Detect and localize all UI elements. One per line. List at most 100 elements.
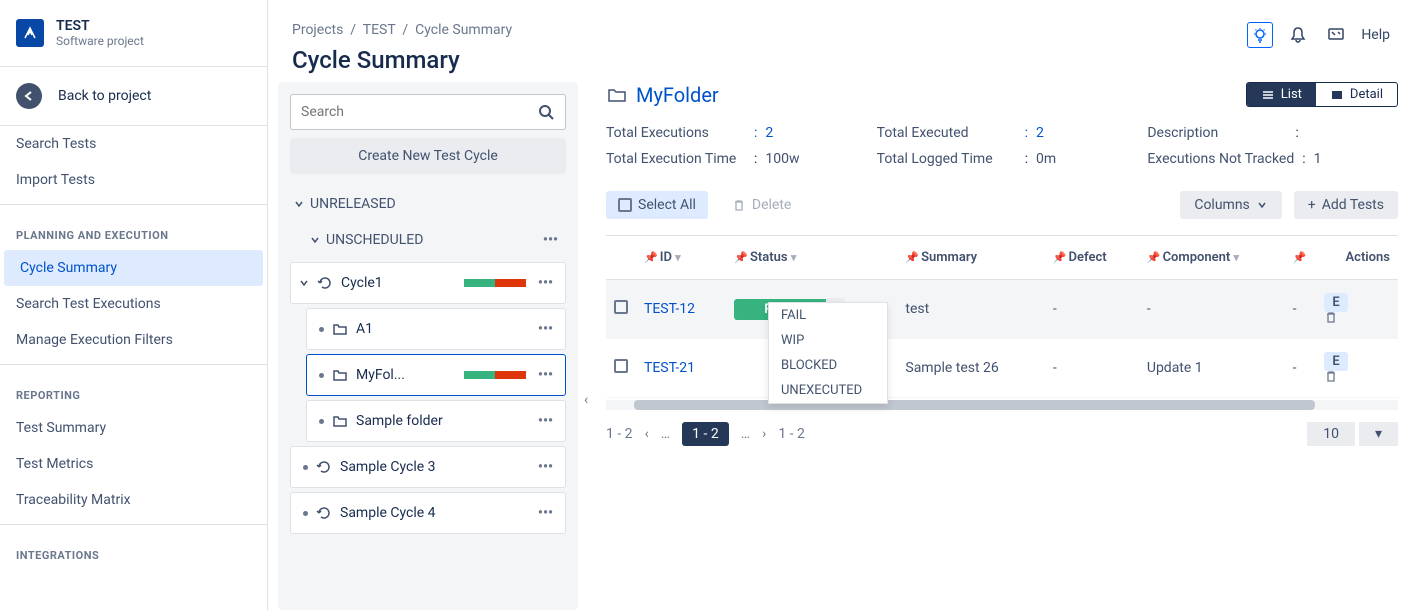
- detail-icon: [1330, 88, 1344, 102]
- more-icon[interactable]: •••: [534, 275, 557, 291]
- horizontal-scrollbar[interactable]: [606, 400, 1398, 410]
- sidebar: TEST Software project Back to project Se…: [0, 0, 268, 610]
- status-option[interactable]: BLOCKED: [769, 353, 887, 378]
- pager-next[interactable]: ›: [762, 426, 766, 442]
- create-cycle-button[interactable]: Create New Test Cycle: [290, 138, 566, 174]
- select-all-button[interactable]: Select All: [606, 191, 708, 219]
- bullet-icon: [319, 419, 324, 424]
- th-component[interactable]: 📌Component ▾: [1139, 236, 1285, 280]
- nav-cycle-summary[interactable]: Cycle Summary: [4, 250, 263, 286]
- detail-panel: ‹ MyFolder List Detail: [578, 82, 1414, 610]
- delete-row-icon[interactable]: [1324, 369, 1338, 383]
- breadcrumb: Projects / TEST / Cycle Summary: [292, 22, 512, 38]
- more-icon[interactable]: •••: [534, 413, 557, 429]
- th-status[interactable]: 📌Status ▾: [726, 236, 897, 280]
- help-link[interactable]: Help: [1361, 27, 1390, 43]
- trash-icon: [732, 198, 746, 212]
- bullet-icon: [303, 465, 308, 470]
- page-size-value: 10: [1307, 422, 1355, 446]
- project-icon: [16, 19, 44, 47]
- nav-test-metrics[interactable]: Test Metrics: [0, 446, 267, 482]
- more-icon[interactable]: •••: [534, 367, 557, 383]
- view-toggle: List Detail: [1246, 82, 1398, 107]
- more-icon[interactable]: •••: [539, 232, 562, 248]
- cell-component: -: [1139, 280, 1285, 339]
- search-input[interactable]: [301, 104, 537, 120]
- bell-icon[interactable]: [1285, 22, 1311, 48]
- cell-defect: -: [1045, 339, 1139, 398]
- tree-myfolder[interactable]: MyFol... •••: [306, 354, 566, 396]
- project-header: TEST Software project: [0, 18, 267, 66]
- more-icon[interactable]: •••: [534, 459, 557, 475]
- section-planning: PLANNING AND EXECUTION: [0, 211, 267, 250]
- columns-button[interactable]: Columns: [1180, 191, 1281, 219]
- pager: 1 - 2 ‹ … 1 - 2 … › 1 - 2 10 ▾: [606, 422, 1398, 446]
- bullet-icon: [319, 327, 324, 332]
- add-tests-button[interactable]: + Add Tests: [1294, 191, 1398, 219]
- th-id[interactable]: 📌ID ▾: [636, 236, 726, 280]
- tree-a1[interactable]: A1 •••: [306, 308, 566, 350]
- nav-traceability[interactable]: Traceability Matrix: [0, 482, 267, 518]
- nav-test-summary[interactable]: Test Summary: [0, 410, 267, 446]
- tree-unreleased[interactable]: UNRELEASED: [290, 186, 566, 222]
- cycle-tree-panel: Create New Test Cycle UNRELEASED UNSCHED…: [278, 82, 578, 610]
- tree-sample-cycle-4[interactable]: Sample Cycle 4 •••: [290, 492, 566, 534]
- checkbox-icon: [618, 198, 632, 212]
- test-id-link[interactable]: TEST-12: [644, 301, 695, 317]
- more-icon[interactable]: •••: [534, 321, 557, 337]
- back-label: Back to project: [58, 88, 151, 104]
- th-defect[interactable]: 📌Defect: [1045, 236, 1139, 280]
- tree-search[interactable]: [290, 94, 566, 130]
- stats-grid: Total Executions:2 Total Executed:2 Desc…: [606, 125, 1398, 167]
- status-option[interactable]: UNEXECUTED: [769, 378, 887, 403]
- feedback-icon[interactable]: [1323, 22, 1349, 48]
- pager-current: 1 - 2: [682, 422, 729, 446]
- list-icon: [1261, 88, 1275, 102]
- pager-prev[interactable]: ‹: [645, 426, 649, 442]
- nav-manage-filters[interactable]: Manage Execution Filters: [0, 322, 267, 358]
- cell-component: Update 1: [1139, 339, 1285, 398]
- test-id-link[interactable]: TEST-21: [644, 360, 695, 376]
- tree-unscheduled[interactable]: UNSCHEDULED •••: [306, 222, 566, 258]
- folder-title: MyFolder: [606, 83, 719, 107]
- back-icon: [16, 83, 42, 109]
- status-option[interactable]: FAIL: [769, 303, 887, 328]
- page-size-dropdown[interactable]: ▾: [1359, 422, 1398, 446]
- table-row: TEST-12 PASS▾ test - - - E: [606, 280, 1398, 339]
- execute-button[interactable]: E: [1324, 293, 1347, 312]
- cell-summary: test: [897, 280, 1044, 339]
- th-summary[interactable]: 📌Summary: [897, 236, 1044, 280]
- tree-sample-folder[interactable]: Sample folder •••: [306, 400, 566, 442]
- section-integrations: INTEGRATIONS: [0, 531, 267, 570]
- progress-bar: [464, 279, 526, 287]
- back-to-project[interactable]: Back to project: [0, 66, 267, 126]
- collapse-icon[interactable]: ‹: [584, 392, 588, 408]
- more-icon[interactable]: •••: [534, 505, 557, 521]
- main: Projects / TEST / Cycle Summary Cycle Su…: [268, 0, 1414, 610]
- delete-button[interactable]: Delete: [720, 191, 803, 219]
- tree-cycle1[interactable]: Cycle1 •••: [290, 262, 566, 304]
- view-list-button[interactable]: List: [1247, 83, 1316, 106]
- cell-summary: Sample test 26: [897, 339, 1044, 398]
- row-checkbox[interactable]: [614, 359, 628, 373]
- execute-button[interactable]: E: [1324, 352, 1347, 371]
- nav-search-executions[interactable]: Search Test Executions: [0, 286, 267, 322]
- tree-sample-cycle-3[interactable]: Sample Cycle 3 •••: [290, 446, 566, 488]
- status-option[interactable]: WIP: [769, 328, 887, 353]
- table-row: TEST-21 Sample test 26 - Update 1 - E: [606, 339, 1398, 398]
- row-checkbox[interactable]: [614, 300, 628, 314]
- nav-import-tests[interactable]: Import Tests: [0, 162, 267, 198]
- project-type: Software project: [56, 34, 144, 48]
- chevron-down-icon: [1256, 199, 1268, 211]
- cycle-icon: [316, 505, 332, 521]
- status-dropdown: FAIL WIP BLOCKED UNEXECUTED: [768, 302, 888, 404]
- crumb-test[interactable]: TEST: [363, 22, 396, 38]
- cycle-icon: [316, 459, 332, 475]
- idea-icon[interactable]: [1247, 22, 1273, 48]
- folder-icon: [606, 84, 628, 106]
- progress-bar: [464, 371, 526, 379]
- crumb-projects[interactable]: Projects: [292, 22, 343, 38]
- nav-search-tests[interactable]: Search Tests: [0, 126, 267, 162]
- delete-row-icon[interactable]: [1324, 310, 1338, 324]
- view-detail-button[interactable]: Detail: [1316, 83, 1397, 106]
